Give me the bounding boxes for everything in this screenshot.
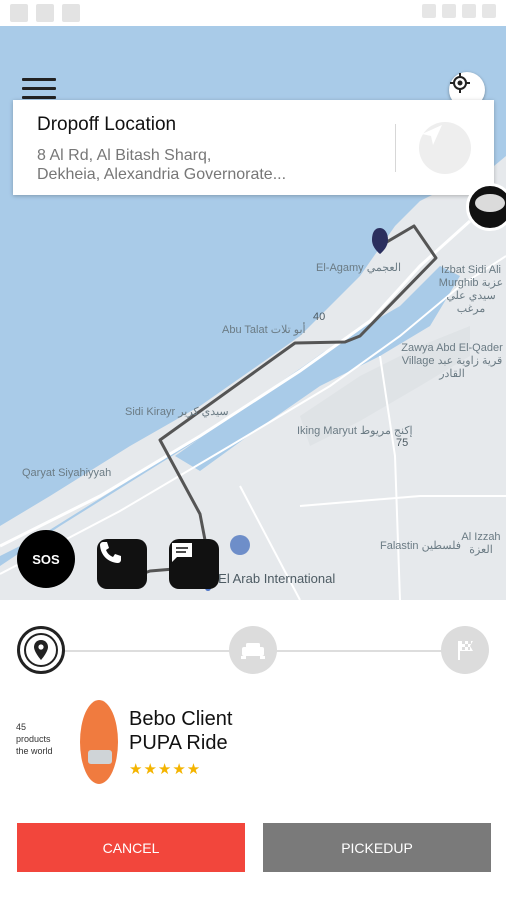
checkered-flag-icon [458, 641, 473, 660]
battery-icon [482, 4, 496, 18]
wifi-icon [442, 4, 456, 18]
map-label-al-izzah: Al Izzah العزة [461, 531, 501, 556]
promo-text: 45 products the world [16, 722, 53, 756]
notification-icon [62, 4, 80, 22]
crosshair-icon [450, 73, 470, 93]
location-status-icon [422, 4, 436, 18]
driver-avatar [80, 700, 118, 784]
map-label-falastin: Falastin فلسطين [380, 540, 462, 552]
sos-button[interactable]: SOS [17, 530, 75, 588]
navigation-arrow-icon [422, 125, 442, 145]
call-button[interactable] [97, 539, 147, 589]
status-right-icons [422, 4, 496, 18]
driver-service: PUPA Ride [129, 732, 228, 754]
divider [395, 124, 396, 172]
driver-info: 45 products the world Bebo Client PUPA R… [0, 700, 506, 800]
notification-icon [36, 4, 54, 22]
signal-icon [462, 4, 476, 18]
car-icon [241, 643, 265, 659]
step-ride [229, 626, 277, 674]
location-pin-icon [34, 640, 48, 660]
navigate-button[interactable] [419, 122, 471, 174]
status-bar [0, 0, 506, 26]
step-pickup [17, 626, 65, 674]
map-label-zawya: Zawya Abd El-Qader Village قرية زاوية عب… [401, 342, 503, 380]
dropoff-title: Dropoff Location [37, 114, 177, 135]
map-label-izbat-sidi: Izbat Sidi Ali Murghib عزبة سيدي علي مرغ… [438, 264, 504, 315]
map-label-el-agamy: El-Agamy العجمي [316, 262, 402, 274]
map-label-sidi-kirayr: Sidi Kirayr سيدي كرير [125, 406, 229, 418]
phone-icon [100, 542, 121, 563]
dropoff-location-card[interactable]: Dropoff Location 8 Al Rd, Al Bitash Shar… [13, 100, 494, 195]
pickedup-button[interactable]: PICKEDUP [263, 823, 491, 872]
map-label-qaryat: Qaryat Siyahiyyah [22, 467, 112, 479]
map-view[interactable]: El-Agamy العجمي Izbat Sidi Ali Murghib ع… [0, 26, 506, 600]
driver-name: Bebo Client [129, 708, 233, 730]
driver-car-marker [466, 183, 506, 231]
chat-button[interactable] [169, 539, 219, 589]
map-label-abu-talat: Abu Talat أبو تلات [222, 324, 306, 336]
step-finish [441, 626, 489, 674]
map-label-road-75: 75 [396, 437, 409, 449]
dropoff-address: 8 Al Rd, Al Bitash Sharq, Dekheia, Alexa… [37, 147, 287, 183]
cancel-button[interactable]: CANCEL [17, 823, 245, 872]
chat-icon [172, 543, 192, 562]
driver-rating-stars: ★★★★★ [129, 761, 202, 778]
map-label-borg-el-arab: rg El Arab International [203, 571, 336, 586]
trip-progress [0, 600, 506, 700]
menu-icon [22, 78, 56, 81]
map-label-road-40: 40 [313, 311, 326, 323]
notification-icon [10, 4, 28, 22]
status-left-icons [10, 4, 80, 22]
